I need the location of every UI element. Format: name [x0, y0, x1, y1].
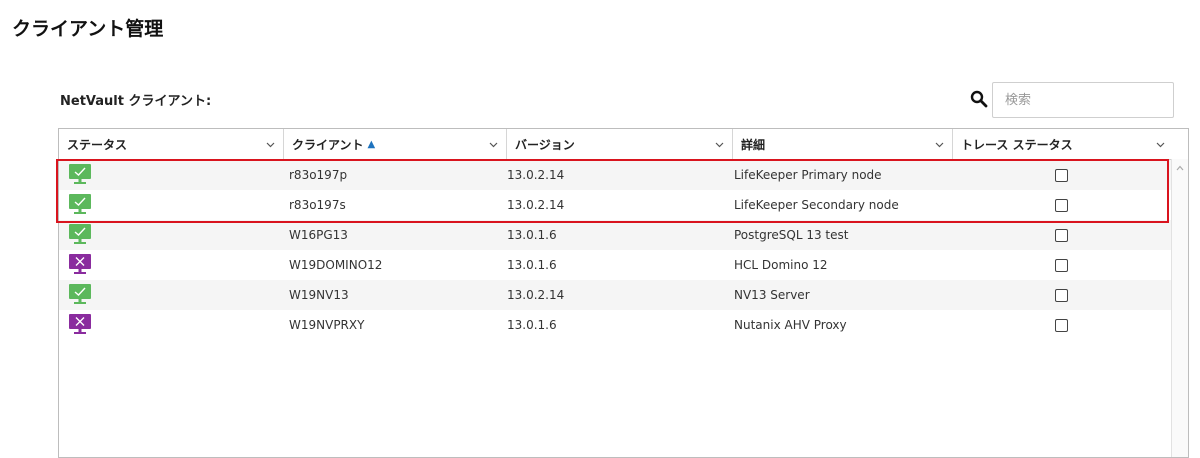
column-header-label: トレース ステータス [961, 137, 1073, 152]
status-cell [69, 250, 91, 280]
client-name-cell[interactable]: W19NVPRXY [289, 310, 364, 340]
clients-table: ステータス クライアント ▲ バージョン 詳細 トレース ステータス r83o1… [58, 128, 1189, 458]
chevron-down-icon[interactable] [1156, 140, 1165, 149]
table-row[interactable]: W19DOMINO12 13.0.1.6 HCL Domino 12 [59, 250, 1173, 280]
version-cell: 13.0.1.6 [507, 318, 557, 332]
monitor-check-icon [69, 164, 91, 184]
client-name-cell[interactable]: W19DOMINO12 [289, 250, 382, 280]
table-row[interactable]: r83o197s 13.0.2.14 LifeKeeper Secondary … [59, 190, 1173, 220]
detail-cell: Nutanix AHV Proxy [734, 318, 847, 332]
version-cell: 13.0.2.14 [507, 288, 565, 302]
page-title: クライアント管理 [12, 18, 164, 40]
trace-checkbox[interactable] [1055, 288, 1068, 302]
trace-status-cell [1055, 220, 1068, 250]
status-cell [69, 280, 91, 310]
version-cell: 13.0.2.14 [507, 198, 565, 212]
detail-cell: HCL Domino 12 [734, 258, 828, 272]
section-label: NetVault クライアント: [60, 94, 212, 109]
client-name-cell[interactable]: W16PG13 [289, 220, 348, 250]
trace-checkbox[interactable] [1055, 258, 1068, 272]
column-header-detail[interactable]: 詳細 [733, 129, 953, 159]
table-header: ステータス クライアント ▲ バージョン 詳細 トレース ステータス [59, 129, 1173, 160]
table-row[interactable]: r83o197p 13.0.2.14 LifeKeeper Primary no… [59, 160, 1173, 190]
trace-checkbox[interactable] [1055, 318, 1068, 332]
detail-cell: LifeKeeper Secondary node [734, 198, 899, 212]
vertical-scrollbar[interactable] [1171, 159, 1188, 457]
column-header-label: ステータス [67, 137, 128, 152]
monitor-x-icon [69, 314, 91, 334]
table-row[interactable]: W19NV13 13.0.2.14 NV13 Server [59, 280, 1173, 310]
trace-status-cell [1055, 160, 1068, 190]
sort-ascending-icon: ▲ [367, 138, 376, 150]
column-header-client[interactable]: クライアント ▲ [284, 129, 507, 159]
chevron-down-icon[interactable] [715, 140, 724, 149]
client-name-cell[interactable]: r83o197p [289, 160, 347, 190]
trace-checkbox[interactable] [1055, 198, 1068, 212]
client-name-cell[interactable]: W19NV13 [289, 280, 349, 310]
version-cell: 13.0.1.6 [507, 258, 557, 272]
monitor-check-icon [69, 224, 91, 244]
trace-status-cell [1055, 310, 1068, 340]
chevron-down-icon[interactable] [489, 140, 498, 149]
client-name-cell[interactable]: r83o197s [289, 190, 346, 220]
column-header-version[interactable]: バージョン [507, 129, 733, 159]
chevron-down-icon[interactable] [266, 140, 275, 149]
version-cell: 13.0.2.14 [507, 168, 565, 182]
trace-checkbox[interactable] [1055, 228, 1068, 242]
monitor-check-icon [69, 194, 91, 214]
status-cell [69, 310, 91, 340]
trace-status-cell [1055, 280, 1068, 310]
monitor-x-icon [69, 254, 91, 274]
detail-cell: NV13 Server [734, 288, 810, 302]
table-row[interactable]: W19NVPRXY 13.0.1.6 Nutanix AHV Proxy [59, 310, 1173, 340]
trace-status-cell [1055, 250, 1068, 280]
detail-cell: PostgreSQL 13 test [734, 228, 849, 242]
table-row[interactable]: W16PG13 13.0.1.6 PostgreSQL 13 test [59, 220, 1173, 250]
trace-status-cell [1055, 190, 1068, 220]
column-header-label: バージョン [515, 137, 575, 152]
column-header-trace-status[interactable]: トレース ステータス [953, 129, 1173, 159]
status-cell [69, 220, 91, 250]
monitor-check-icon [69, 284, 91, 304]
status-cell [69, 160, 91, 190]
trace-checkbox[interactable] [1055, 168, 1068, 182]
detail-cell: LifeKeeper Primary node [734, 168, 882, 182]
column-header-status[interactable]: ステータス [59, 129, 284, 159]
search-icon[interactable] [970, 90, 988, 108]
status-cell [69, 190, 91, 220]
search-input[interactable] [992, 82, 1174, 118]
table-body: r83o197p 13.0.2.14 LifeKeeper Primary no… [59, 160, 1173, 340]
column-header-label: クライアント [292, 137, 364, 152]
scroll-up-icon[interactable] [1176, 165, 1184, 171]
chevron-down-icon[interactable] [935, 140, 944, 149]
column-header-label: 詳細 [741, 137, 766, 152]
version-cell: 13.0.1.6 [507, 228, 557, 242]
